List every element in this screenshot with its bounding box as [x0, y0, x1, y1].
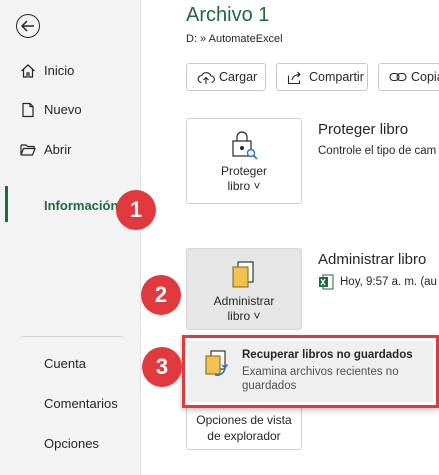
- share-icon: [287, 71, 301, 85]
- sidebar-item-open[interactable]: Abrir: [0, 131, 140, 167]
- autosave-version-entry[interactable]: Hoy, 9:57 a. m. (au: [340, 276, 437, 288]
- home-icon: [21, 64, 35, 78]
- sidebar-item-label: Opciones: [44, 435, 99, 451]
- sidebar-item-new[interactable]: Nuevo: [0, 91, 140, 127]
- manage-workbook-icon: [232, 261, 254, 288]
- sidebar-item-label: Cuenta: [44, 355, 86, 371]
- breadcrumb: D: » AutomateExcel: [186, 33, 283, 45]
- copy-link-button[interactable]: Copia: [378, 63, 439, 91]
- sidebar-item-label: Comentarios: [44, 395, 118, 411]
- browser-view-label: Opciones de vista: [196, 413, 292, 427]
- recover-unsaved-item[interactable]: Recuperar libros no guardados Examina ar…: [188, 341, 433, 402]
- sidebar-item-home[interactable]: Inicio: [0, 52, 140, 88]
- upload-label: Cargar: [219, 70, 258, 84]
- page-title: Archivo 1: [186, 4, 270, 26]
- protect-card-label-dropdown: libro ˅: [227, 179, 261, 193]
- open-folder-icon: [20, 144, 36, 156]
- recover-unsaved-flyout: Recuperar libros no guardados Examina ar…: [182, 335, 439, 408]
- upload-button[interactable]: Cargar: [186, 63, 266, 91]
- recover-unsaved-desc: Examina archivos recientes no guardados: [242, 366, 399, 392]
- manage-card-label: Administrar: [213, 294, 275, 308]
- sidebar-item-options[interactable]: Opciones: [0, 425, 140, 461]
- sidebar-item-label: Abrir: [44, 141, 72, 157]
- share-button[interactable]: Compartir: [276, 63, 368, 91]
- browser-view-label-2: de explorador: [207, 429, 281, 443]
- sidebar-item-label: Información: [44, 197, 119, 213]
- protect-section-desc: Controle el tipo de cam: [318, 145, 437, 157]
- protect-section-title: Proteger libro: [318, 121, 409, 138]
- step-badge-1: 1: [116, 190, 156, 230]
- manage-workbook-card[interactable]: Administrar libro ˅: [186, 248, 302, 330]
- copy-link-label: Copia: [411, 70, 439, 84]
- step-badge-3: 3: [142, 347, 182, 387]
- excel-file-icon: [319, 274, 334, 290]
- protect-card-label: Proteger: [220, 164, 268, 178]
- sidebar-item-label: Nuevo: [44, 101, 82, 117]
- manage-card-label-dropdown: libro ˅: [227, 309, 261, 323]
- protect-workbook-card[interactable]: Proteger libro ˅: [186, 118, 302, 204]
- lock-document-icon: [232, 131, 258, 160]
- divider: [22, 336, 122, 337]
- link-icon: [389, 72, 407, 82]
- sidebar-item-feedback[interactable]: Comentarios: [0, 385, 140, 421]
- manage-section-title: Administrar libro: [318, 251, 427, 268]
- step-badge-2: 2: [141, 275, 181, 315]
- sidebar-item-label: Inicio: [44, 62, 75, 78]
- back-arrow-icon[interactable]: [16, 14, 40, 38]
- recover-workbook-icon: [205, 350, 229, 376]
- sidebar-item-account[interactable]: Cuenta: [0, 345, 140, 381]
- share-label: Compartir: [309, 70, 364, 84]
- backstage-sidebar: Inicio Nuevo Abrir Información Cuenta Co…: [0, 0, 141, 475]
- new-document-icon: [22, 102, 34, 118]
- cloud-upload-icon: [197, 72, 215, 84]
- recover-unsaved-title: Recuperar libros no guardados: [242, 349, 413, 361]
